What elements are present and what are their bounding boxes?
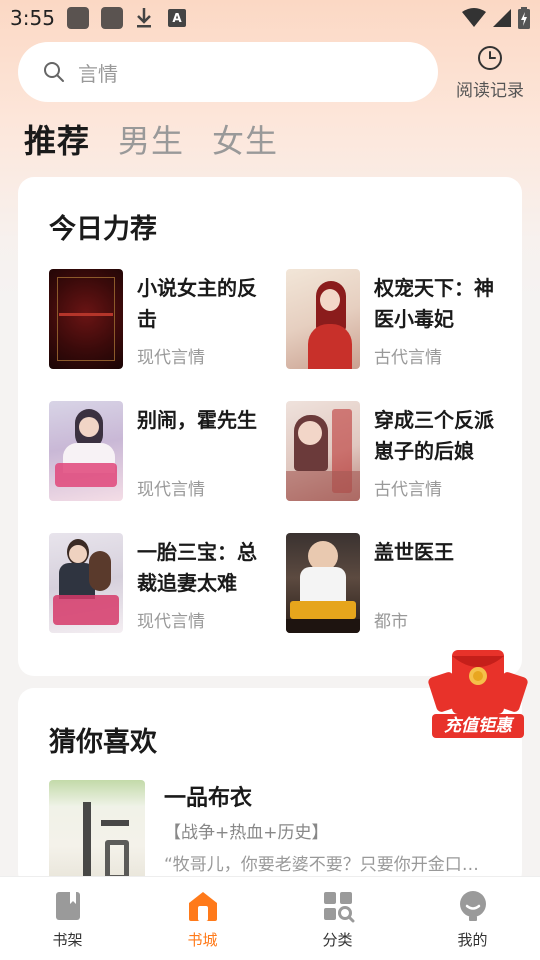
book-item[interactable]: 穿成三个反派崽子的后娘 古代言情 [286,401,516,503]
book-cover [286,533,360,633]
battery-icon [518,7,530,29]
wifi-icon [462,8,486,27]
nav-profile[interactable]: 我的 [405,877,540,960]
nav-label: 书架 [52,931,83,949]
book-item[interactable]: 别闹，霍先生 现代言情 [49,401,279,503]
book-tags: 【战争+热血+历史】 [164,823,329,843]
book-item[interactable]: 一胎三宝：总裁追妻太难 现代言情 [49,533,279,635]
reading-history-label: 阅读记录 [456,81,524,101]
book-title: 别闹，霍先生 [137,408,257,432]
book-title: 一胎三宝：总裁追妻太难 [137,540,257,595]
profile-icon [459,891,486,921]
signal-icon [493,9,511,27]
book-title: 小说女主的反击 [137,276,257,331]
recharge-promo-button[interactable]: 充值钜惠 [428,648,528,740]
category-tabs: 推荐 男生 女生 [24,116,306,166]
book-title: 权宠天下：神医小毒妃 [374,276,494,331]
book-cover [286,269,360,369]
download-icon [137,8,151,28]
nav-label: 书城 [187,931,218,949]
reading-history-button[interactable]: 阅读记录 [452,44,528,101]
recommend-section: 今日力荐 小说女主的反击 现代言情 权宠天下：神医小毒妃 古代言情 别闹，霍先生… [18,177,522,676]
book-category: 古代言情 [374,348,442,368]
book-category: 现代言情 [137,612,205,632]
book-category: 都市 [374,612,408,632]
bookstore-icon [188,892,217,921]
nav-label: 我的 [457,931,488,949]
tab-male[interactable]: 男生 [118,116,184,166]
book-title: 穿成三个反派崽子的后娘 [374,408,494,463]
book-cover [49,533,123,633]
section-title: 猜你喜欢 [49,727,157,758]
book-category: 古代言情 [374,480,442,500]
book-cover [49,780,145,890]
nav-bookstore[interactable]: 书城 [135,877,270,960]
book-category: 现代言情 [137,348,205,368]
book-item[interactable]: 盖世医王 都市 [286,533,516,635]
book-item[interactable]: 一品布衣 【战争+热血+历史】 “牧哥儿，你要老婆不要？只要你开金口，一切好说” [49,780,499,890]
book-cover [49,269,123,369]
notification-icon [67,7,89,29]
tab-female[interactable]: 女生 [212,116,278,166]
status-time: 3:55 [10,6,55,30]
bottom-navigation: 书架 书城 分类 我的 [0,876,540,960]
book-title: 一品布衣 [164,786,253,811]
nav-label: 分类 [322,931,353,949]
app-a-icon: A [168,9,186,27]
book-cover [49,401,123,501]
book-category: 现代言情 [137,480,205,500]
book-description: “牧哥儿，你要老婆不要？只要你开金口，一切好说” [164,855,494,875]
search-placeholder: 言情 [78,61,118,86]
promo-label: 充值钜惠 [444,716,512,736]
search-bar[interactable]: 言情 [18,42,438,102]
book-title: 盖世医王 [374,540,454,564]
clock-icon [478,46,502,70]
status-bar: 3:55 A [0,0,540,36]
bookshelf-icon [55,892,80,920]
search-icon [44,62,64,82]
book-item[interactable]: 权宠天下：神医小毒妃 古代言情 [286,269,516,371]
tab-recommend[interactable]: 推荐 [24,116,90,166]
nav-category[interactable]: 分类 [270,877,405,960]
section-title: 今日力荐 [49,214,157,245]
book-item[interactable]: 小说女主的反击 现代言情 [49,269,279,371]
category-icon [323,892,354,923]
nav-bookshelf[interactable]: 书架 [0,877,135,960]
book-cover [286,401,360,501]
notification-icon [101,7,123,29]
